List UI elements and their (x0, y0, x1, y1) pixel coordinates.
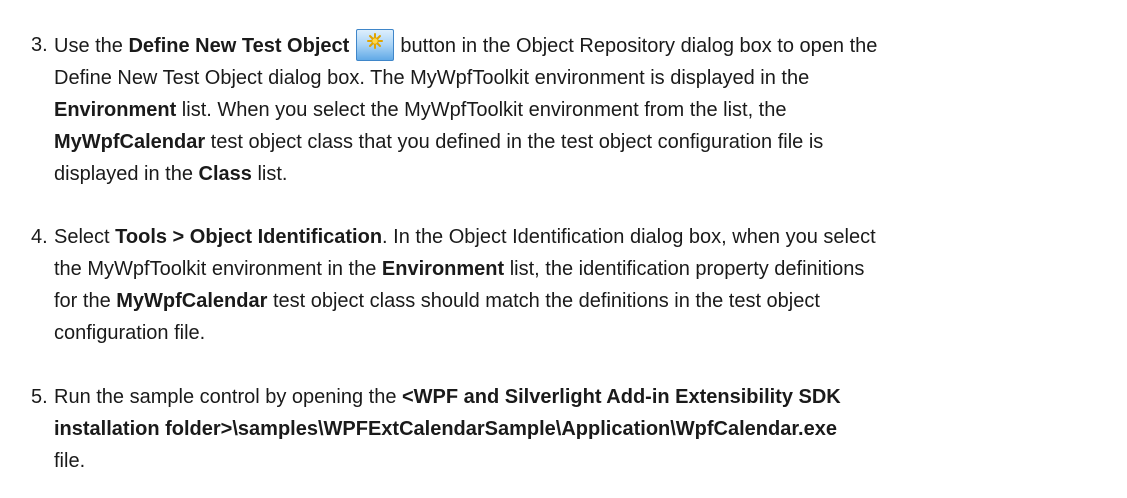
text-run: displayed in the (54, 163, 199, 185)
bold-term: <WPF and Silverlight Add-in Extensibilit… (402, 386, 841, 408)
bold-term: Environment (54, 99, 177, 121)
text-line: displayed in the Class list. (54, 158, 1126, 190)
step-number: 5. (31, 386, 48, 408)
text-run: list, the identification property defini… (504, 258, 865, 280)
text-run: for the (54, 290, 117, 312)
text-run (349, 35, 355, 57)
text-line: Run the sample control by opening the <W… (54, 381, 1126, 413)
text-run: test object class should match the defin… (267, 290, 820, 312)
text-line: for the MyWpfCalendar test object class … (54, 285, 1126, 317)
define-new-test-object-icon (355, 29, 394, 61)
text-run: . In the Object Identification dialog bo… (382, 226, 876, 248)
text-run: Select (54, 226, 116, 248)
text-run: Define New Test Object dialog box. The M… (54, 67, 810, 89)
text-line: configuration file. (54, 317, 1126, 349)
bold-term: MyWpfCalendar (116, 290, 268, 312)
text-line: Use the Define New Test Object button in… (54, 29, 1126, 62)
bold-term: MyWpfCalendar (54, 131, 206, 153)
bold-term: Environment (381, 258, 505, 280)
text-line: Define New Test Object dialog box. The M… (54, 62, 1126, 94)
step-text: Use the Define New Test Object button in… (54, 29, 1126, 190)
text-run: Run the sample control by opening the (54, 386, 402, 408)
text-line: the MyWpfToolkit environment in the Envi… (54, 253, 1126, 285)
text-run: list. When you select the MyWpfToolkit e… (176, 99, 787, 121)
text-line: Select Tools > Object Identification. In… (54, 221, 1126, 253)
step-text: Select Tools > Object Identification. In… (54, 221, 1126, 349)
bold-term: Class (198, 163, 252, 185)
text-run: the MyWpfToolkit environment in the (54, 258, 382, 280)
text-run: configuration file. (54, 322, 206, 344)
bold-term: installation folder>\samples\WPFExtCalen… (54, 418, 837, 440)
text-line: Environment list. When you select the My… (54, 94, 1126, 126)
text-run: file. (54, 450, 86, 472)
text-run: button in the Object Repository dialog b… (400, 35, 878, 57)
step-number: 3. (31, 34, 48, 56)
text-line: MyWpfCalendar test object class that you… (54, 126, 1126, 158)
text-line: file. (54, 445, 1126, 477)
bold-term: Define New Test Object (128, 35, 350, 57)
text-run: Use the (54, 35, 129, 57)
text-line: installation folder>\samples\WPFExtCalen… (54, 413, 1126, 445)
step-number: 4. (31, 226, 48, 248)
text-run: list. (251, 163, 288, 185)
bold-term: Tools > Object Identification (115, 226, 383, 248)
step-text: Run the sample control by opening the <W… (54, 381, 1126, 477)
text-run: test object class that you defined in th… (205, 131, 824, 153)
